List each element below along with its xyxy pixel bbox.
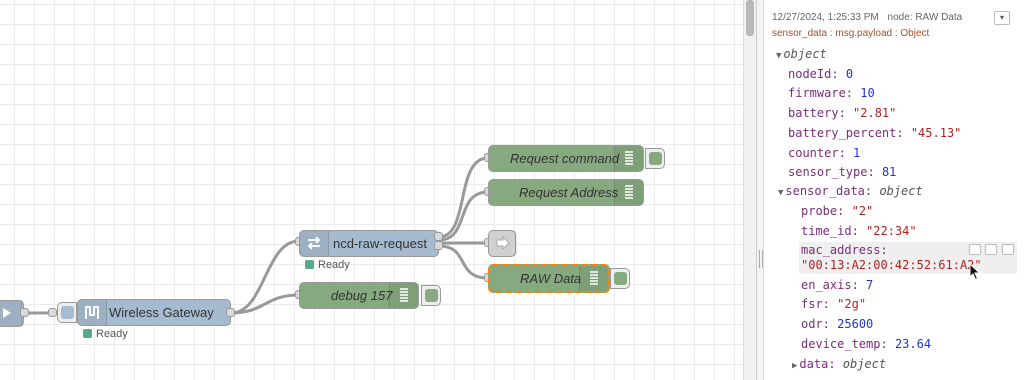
wire-gateway-ncd: [230, 239, 300, 315]
scrollbar-thumb[interactable]: [746, 0, 754, 36]
status-dot-icon: [305, 260, 314, 269]
tree-row-battery-percent: battery_percent: "45.13": [788, 126, 962, 140]
gateway-input-port[interactable]: [48, 308, 57, 317]
tree-row-mac-address[interactable]: mac_address:: [801, 243, 888, 257]
link-out-node[interactable]: [488, 230, 517, 257]
ncd-output-port-2[interactable]: [434, 241, 443, 250]
debug157-label: debug 157: [331, 288, 393, 303]
copy-value-icon[interactable]: [985, 244, 997, 255]
debug-list-icon: [389, 283, 418, 308]
tree-row-device-temp: device_temp: 23.64: [801, 337, 932, 351]
tree-row-battery: battery: "2.81": [788, 106, 897, 120]
debug-list-icon: [614, 146, 643, 171]
expand-caret-icon: ▼: [778, 188, 784, 198]
rawdata-toggle-button[interactable]: [610, 268, 630, 289]
request-command-node[interactable]: Request command: [488, 145, 644, 172]
debug-sidebar: 12/27/2024, 1:25:33 PM node: RAW Data ▾ …: [764, 0, 1024, 380]
tree-row-fsr: fsr: "2g": [801, 297, 867, 311]
gateway-output-port[interactable]: [226, 308, 235, 317]
tree-row-data[interactable]: ▶ data: object: [792, 357, 886, 373]
tree-row-sensor-type: sensor_type: 81: [788, 165, 897, 179]
wire-ncd-reqcmd: [438, 156, 489, 239]
tree-row-time-id: time_id: "22:34": [801, 224, 917, 238]
inject-icon: [0, 301, 22, 326]
debug157-toggle-button[interactable]: [421, 285, 441, 306]
wireless-icon: [78, 300, 107, 325]
message-menu-dropdown[interactable]: ▾: [994, 11, 1010, 25]
debug-list-icon: [614, 180, 643, 205]
ncd-output-port-1[interactable]: [434, 232, 443, 241]
tree-value-mac-address: "00:13:A2:00:42:52:61:A2": [801, 258, 982, 272]
raw-data-node[interactable]: RAW Data: [488, 264, 610, 293]
inject-output-port[interactable]: [20, 308, 29, 317]
tree-row-firmware: firmware: 10: [788, 86, 875, 100]
request-address-node[interactable]: Request Address: [488, 179, 644, 206]
ncd-raw-request-node[interactable]: ncd-raw-request: [299, 230, 439, 257]
tree-root[interactable]: ▼ object: [776, 47, 827, 63]
mouse-cursor-icon: [969, 263, 981, 281]
tree-row-counter: counter: 1: [788, 146, 861, 160]
canvas-scrollbar[interactable]: [743, 0, 756, 380]
pin-icon[interactable]: [1002, 244, 1014, 255]
gateway-label: Wireless Gateway: [109, 305, 214, 320]
reqcmd-toggle-button[interactable]: [645, 148, 665, 169]
flow-canvas[interactable]: Wireless Gateway Ready ncd-raw-request R…: [0, 0, 743, 380]
wire-ncd-rawdata: [438, 244, 489, 280]
rawdata-label: RAW Data: [520, 271, 582, 286]
tree-row-nodeid: nodeId: 0: [788, 67, 854, 81]
debug-157-node[interactable]: debug 157: [299, 282, 419, 309]
tree-row-probe: probe: "2": [801, 204, 874, 218]
ncd-label: ncd-raw-request: [333, 236, 427, 251]
gateway-button[interactable]: [57, 302, 77, 323]
expand-caret-icon: ▼: [776, 51, 782, 61]
collapse-caret-icon: ▶: [792, 361, 798, 371]
debug-topic: sensor_data : msg.payload : Object: [772, 28, 930, 39]
debug-timestamp: 12/27/2024, 1:25:33 PM: [772, 12, 879, 23]
reqcmd-label: Request command: [510, 151, 620, 166]
debug-message-header: 12/27/2024, 1:25:33 PM node: RAW Data: [772, 12, 968, 23]
copy-path-icon[interactable]: [969, 244, 981, 255]
tree-row-sensor-data[interactable]: ▼ sensor_data: object: [778, 184, 923, 200]
ncd-status: Ready: [305, 259, 350, 271]
link-out-icon: [489, 231, 517, 256]
reqaddr-label: Request Address: [519, 185, 619, 200]
grip-icon: [759, 250, 763, 268]
tree-row-odr: odr: 25600: [801, 317, 874, 331]
status-dot-icon: [83, 329, 92, 338]
wireless-gateway-node[interactable]: Wireless Gateway: [77, 299, 231, 326]
debug-node-label[interactable]: node: RAW Data: [888, 12, 963, 23]
tree-row-en-axis: en_axis: 7: [801, 278, 874, 292]
panel-resize-handle[interactable]: [756, 0, 764, 380]
debug-list-icon: [579, 266, 608, 291]
gateway-status: Ready: [83, 328, 128, 340]
swap-icon: [300, 231, 329, 256]
